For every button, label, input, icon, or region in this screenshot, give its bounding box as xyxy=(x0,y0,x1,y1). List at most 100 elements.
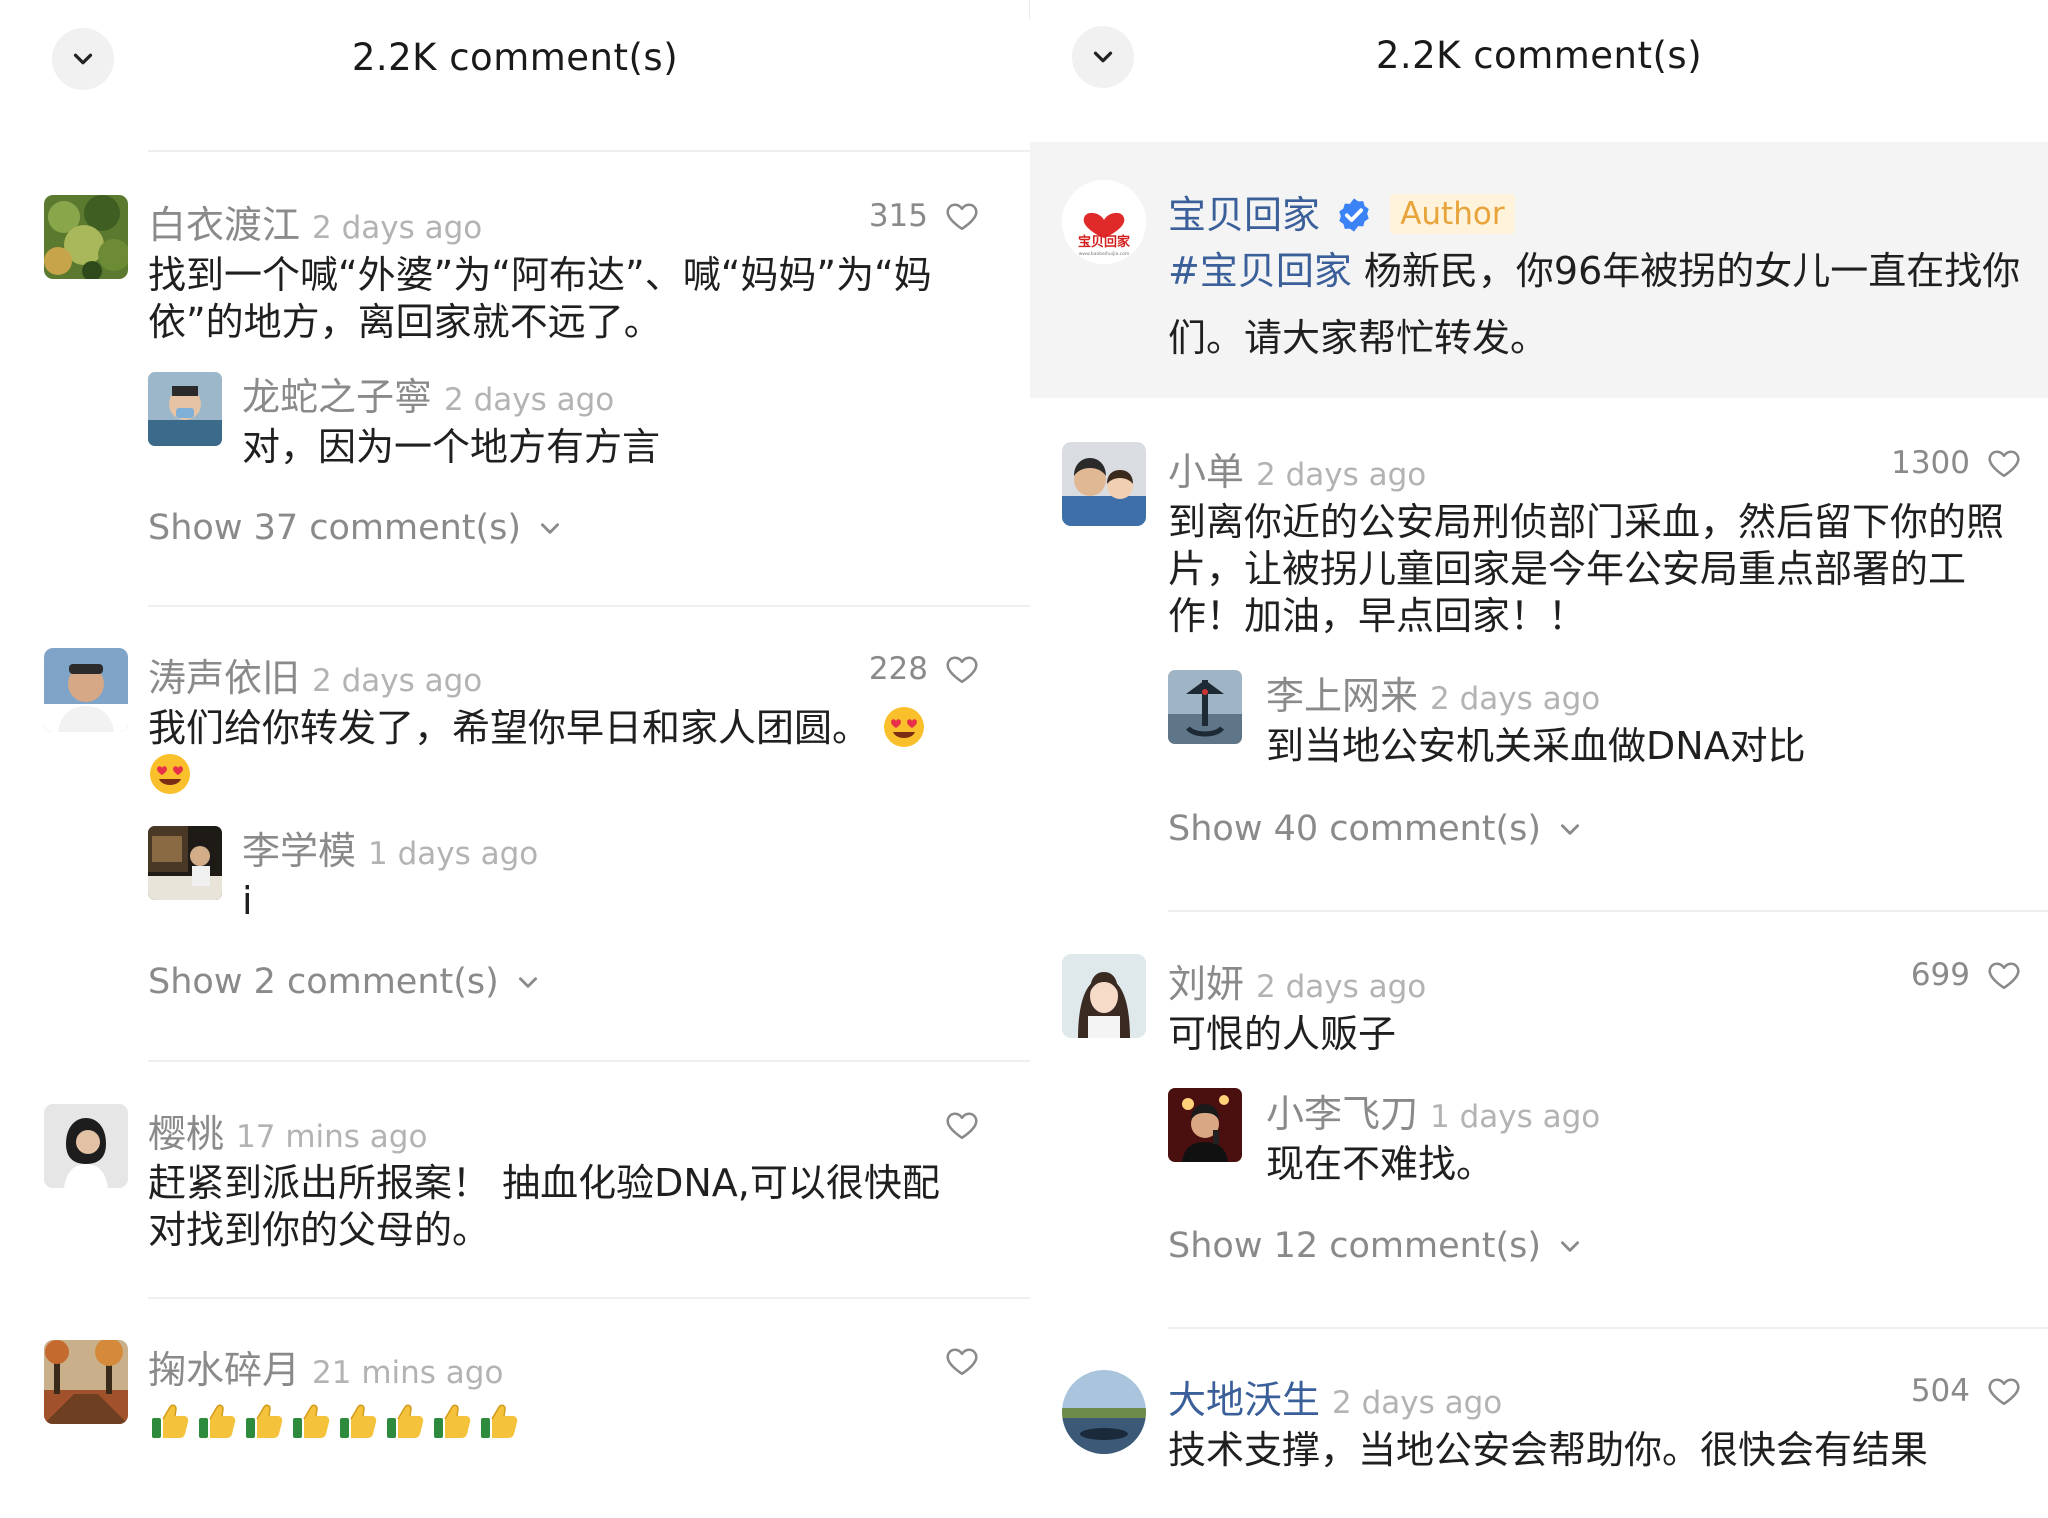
comment-text: 到离你近的公安局刑侦部门采血，然后留下你的照片，让被拐儿童回家是今年公安局重点部… xyxy=(1168,500,2005,638)
chevron-down-icon xyxy=(1561,1241,1580,1252)
comment-time: 2 days ago xyxy=(312,210,483,246)
comment-text: 可恨的人贩子 xyxy=(1168,1012,1397,1056)
comment-time: 2 days ago xyxy=(1332,1385,1503,1421)
reply-avatar[interactable] xyxy=(148,372,222,446)
heart-outline-icon xyxy=(1988,450,2020,478)
like-button[interactable]: 1300 xyxy=(1891,445,2022,481)
heart-eyes-emoji xyxy=(150,754,190,794)
avatar[interactable] xyxy=(44,195,128,279)
heart-outline-icon xyxy=(946,203,978,231)
reply-username[interactable]: 龙蛇之子寧 xyxy=(242,375,432,419)
heart-outline-icon xyxy=(946,1112,978,1140)
show-replies-label: Show 12 comment(s) xyxy=(1168,1226,1542,1266)
thumbs-up-emoji xyxy=(340,1404,377,1438)
reply-avatar[interactable] xyxy=(1168,670,1242,744)
like-count: 315 xyxy=(868,198,928,234)
reply-avatar[interactable] xyxy=(1168,1088,1242,1162)
chevron-down-icon xyxy=(541,523,560,534)
reply-avatar[interactable] xyxy=(148,826,222,900)
thumbs-up-emoji xyxy=(434,1404,471,1438)
comment-username[interactable]: 涛声依旧 xyxy=(148,656,300,700)
comment-emoji-row xyxy=(148,1398,521,1442)
logo-text: 宝贝回家 xyxy=(1078,234,1131,250)
show-replies-button[interactable]: Show 12 comment(s) xyxy=(1168,1226,1583,1266)
heart-eyes-emoji xyxy=(884,707,925,747)
divider xyxy=(148,150,1030,152)
like-count: 504 xyxy=(1910,1373,1970,1409)
like-button[interactable]: 228 xyxy=(869,651,980,687)
heart-outline-icon xyxy=(946,1348,978,1376)
show-replies-label: Show 40 comment(s) xyxy=(1168,809,1542,849)
like-button[interactable]: 699 xyxy=(1911,957,2022,993)
thumbs-up-emoji xyxy=(481,1404,518,1438)
comment-username[interactable]: 樱桃 xyxy=(148,1112,224,1156)
author-avatar[interactable]: 宝贝回家 www.baobeihuijia.com xyxy=(1062,180,1146,264)
comment-username[interactable]: 小单 xyxy=(1168,450,1244,494)
avatar[interactable] xyxy=(1062,442,1146,526)
like-count: 699 xyxy=(1910,957,1970,993)
chevron-down-icon xyxy=(518,977,537,988)
like-button[interactable]: 315 xyxy=(869,198,980,234)
show-replies-button[interactable]: Show 2 comment(s) xyxy=(148,962,541,1002)
reply-text: 到当地公安机关采血做DNA对比 xyxy=(1266,724,1806,768)
divider xyxy=(1168,910,2048,912)
show-replies-label: Show 37 comment(s) xyxy=(148,508,522,548)
reply-username[interactable]: 李学模 xyxy=(242,829,356,873)
comment-text: 找到一个喊“外婆”为“阿布达”、喊“妈妈”为“妈依”的地方，离回家就不远了。 xyxy=(148,253,932,344)
avatar[interactable] xyxy=(44,648,128,732)
comment-time: 2 days ago xyxy=(312,663,483,699)
reply-time: 1 days ago xyxy=(368,836,539,872)
divider xyxy=(148,1060,1030,1062)
like-button[interactable]: 504 xyxy=(1911,1373,2022,1409)
reply-time: 2 days ago xyxy=(444,382,615,418)
show-replies-label: Show 2 comment(s) xyxy=(148,962,499,1002)
left-comments-panel: 2.2K comment(s) 白衣渡江 2 days ago 315 找到一个喊… xyxy=(0,0,1030,1518)
like-button[interactable] xyxy=(944,1107,980,1143)
avatar[interactable] xyxy=(1062,1370,1146,1454)
reply-time: 2 days ago xyxy=(1430,681,1601,717)
comment-text-content: 我们给你转发了，希望你早日和家人团圆。 xyxy=(148,706,871,750)
like-button[interactable] xyxy=(944,1343,980,1379)
verified-badge-icon xyxy=(1339,198,1369,232)
comment-text: 我们给你转发了，希望你早日和家人团圆。 xyxy=(148,705,968,799)
comment-time: 2 days ago xyxy=(1256,969,1427,1005)
comment-text: 赶紧到派出所报案！ 抽血化验DNA,可以很快配对找到你的父母的。 xyxy=(148,1161,940,1252)
comment-time: 21 mins ago xyxy=(312,1355,504,1391)
comments-header: 2.2K comment(s) xyxy=(0,0,1030,120)
comments-count-title: 2.2K comment(s) xyxy=(1375,34,1703,77)
divider xyxy=(148,1297,1030,1299)
reply-text: 现在不难找。 xyxy=(1266,1142,1495,1186)
thumbs-up-emoji xyxy=(246,1404,283,1438)
show-replies-button[interactable]: Show 40 comment(s) xyxy=(1168,809,1583,849)
screen: 2.2K comment(s) 白衣渡江 2 days ago 315 找到一个喊… xyxy=(0,0,2048,1518)
avatar[interactable] xyxy=(1062,954,1146,1038)
author-tag: Author xyxy=(1390,194,1515,234)
author-username[interactable]: 宝贝回家 xyxy=(1168,193,1320,237)
author-post-text: #宝贝回家 杨新民，你96年被拐的女儿一直在找你们。请大家帮忙转发。 xyxy=(1168,238,2028,372)
reply-username[interactable]: 李上网来 xyxy=(1266,674,1418,718)
comment-time: 17 mins ago xyxy=(236,1119,428,1155)
like-count: 228 xyxy=(868,651,928,687)
chevron-down-icon xyxy=(1561,824,1580,835)
thumbs-up-emoji xyxy=(387,1404,424,1438)
comment-username[interactable]: 白衣渡江 xyxy=(148,203,300,247)
avatar[interactable] xyxy=(44,1340,128,1424)
comment-text: 技术支撑，当地公安会帮助你。很快会有结果 xyxy=(1168,1428,1929,1472)
hashtag-link[interactable]: #宝贝回家 xyxy=(1168,249,1352,293)
comment-username[interactable]: 大地沃生 xyxy=(1168,1378,1320,1422)
avatar[interactable] xyxy=(44,1104,128,1188)
comment-username[interactable]: 掬水碎月 xyxy=(148,1348,300,1392)
reply-username[interactable]: 小李飞刀 xyxy=(1266,1092,1418,1136)
thumbs-up-emoji xyxy=(293,1404,330,1438)
comments-header: 2.2K comment(s) xyxy=(1030,0,2048,120)
heart-outline-icon xyxy=(1988,1378,2020,1406)
comment-username[interactable]: 刘妍 xyxy=(1168,962,1244,1006)
reply-time: 1 days ago xyxy=(1430,1099,1601,1135)
thumbs-up-emoji xyxy=(152,1404,189,1438)
right-comments-panel: 2.2K comment(s) 宝贝回家 www.baobeihuijia.co… xyxy=(1030,0,2048,1518)
reply-text: i xyxy=(242,879,253,923)
like-count: 1300 xyxy=(1891,445,1970,481)
show-replies-button[interactable]: Show 37 comment(s) xyxy=(148,508,563,548)
thumbs-up-emoji xyxy=(199,1404,236,1438)
comment-time: 2 days ago xyxy=(1256,457,1427,493)
